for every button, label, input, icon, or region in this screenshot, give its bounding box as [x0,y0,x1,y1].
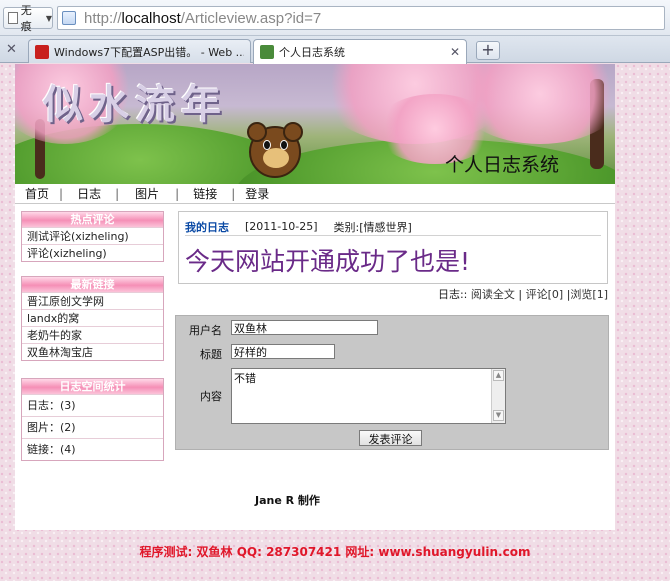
my-log-link[interactable]: 我的日志 [185,219,229,235]
article-stats: 日志:: 阅读全文 | 评论[0] |浏览[1] [437,288,608,301]
top-navigation: 首页 | 日志 | 图片 | 链接 | 登录 [15,184,615,204]
site-info-icon[interactable] [62,11,76,25]
system-title: 个人日志系统 [445,154,560,176]
article-meta: 我的日志 [2011-10-25] 类别:[情感世界] [185,218,601,236]
favicon-icon [35,44,49,59]
new-tab-button[interactable]: + [476,41,500,60]
article-category: 类别:[情感世界] [333,220,412,234]
scroll-down-icon[interactable]: ▼ [493,410,504,421]
space-stats-title: 日志空间统计 [22,379,163,394]
nav-logs[interactable]: 日志 [63,185,115,202]
read-full-link[interactable]: 阅读全文 [471,288,515,301]
tab-windows7-asp[interactable]: Windows7下配置ASP出错。 - Web ... [28,39,251,63]
site-banner: 似水流年 个人日志系统 [15,64,615,184]
hot-comments-box: 热点评论 测试评论(xizheling) 评论(xizheling) [21,211,164,262]
address-toolbar: 无痕 ▼ http://localhost/Articleview.asp?id… [0,0,670,36]
content-text: 不错 [234,372,256,385]
nav-pictures[interactable]: 图片 [119,185,175,202]
tab-label: Windows7下配置ASP出错。 - Web ... [54,45,244,59]
title-label: 标题 [200,348,222,361]
page-icon [8,12,18,24]
nav-login[interactable]: 登录 [235,185,279,202]
space-stats-box: 日志空间统计 日志：(3) 图片：(2) 链接：(4) [21,378,164,461]
comment-form: 用户名 标题 内容 不错 ▲ ▼ 发表评论 [175,315,609,450]
stat-links: 链接：(4) [22,438,163,460]
link-item[interactable]: 晋江原创文学网 [22,292,163,309]
url-text: http://localhost/Articleview.asp?id=7 [84,9,322,27]
favicon-icon [260,45,274,59]
latest-links-title: 最新链接 [22,277,163,292]
author-credit: Jane R 制作 [255,494,320,507]
latest-links-box: 最新链接 晋江原创文学网 landx的窝 老奶牛的家 双鱼林淘宝店 [21,276,164,361]
link-item[interactable]: landx的窝 [22,309,163,326]
content-label: 内容 [200,390,222,403]
private-mode-button[interactable]: 无痕 ▼ [3,4,53,33]
scroll-up-icon[interactable]: ▲ [493,370,504,381]
private-mode-label: 无痕 [20,4,32,33]
close-icon[interactable]: ✕ [450,45,460,59]
article-headline: 今天网站开通成功了也是! [185,247,471,276]
nav-home[interactable]: 首页 [15,185,59,202]
nav-links[interactable]: 链接 [179,185,231,202]
page-container: 似水流年 个人日志系统 首页 | 日志 | 图片 | 链接 | 登录 热点评论 … [15,64,615,530]
submit-comment-button[interactable]: 发表评论 [359,430,422,446]
chevron-down-icon: ▼ [45,13,52,23]
footer-text: 程序测试: 双鱼林 QQ: 287307421 网址: www.shuangyu… [139,545,531,559]
tab-strip: ✕ Windows7下配置ASP出错。 - Web ... 个人日志系统 ✕ + [0,36,670,64]
username-field[interactable] [231,320,378,335]
stat-pictures: 图片：(2) [22,416,163,438]
link-item[interactable]: 双鱼林淘宝店 [22,343,163,360]
tab-personal-log[interactable]: 个人日志系统 ✕ [253,39,467,64]
article-date: [2011-10-25] [245,220,318,233]
title-field[interactable] [231,344,335,359]
hot-comments-title: 热点评论 [22,212,163,227]
comments-link[interactable]: 评论[0] [526,288,564,301]
username-label: 用户名 [189,324,222,337]
bear-muzzle [263,148,289,168]
article-card: 我的日志 [2011-10-25] 类别:[情感世界] 今天网站开通成功了也是! [178,211,608,284]
hot-comment-item[interactable]: 评论(xizheling) [22,244,163,261]
site-logo: 似水流年 [43,81,227,128]
content-textarea[interactable]: 不错 ▲ ▼ [231,368,506,424]
bear-mascot [247,122,303,178]
stat-logs: 日志：(3) [22,394,163,416]
link-item[interactable]: 老奶牛的家 [22,326,163,343]
hot-comment-item[interactable]: 测试评论(xizheling) [22,227,163,244]
close-icon[interactable]: ✕ [6,42,17,57]
tab-label: 个人日志系统 [279,46,345,59]
url-input[interactable]: http://localhost/Articleview.asp?id=7 [57,6,665,30]
views-count: 浏览[1] [570,288,608,301]
textarea-scrollbar[interactable]: ▲ ▼ [491,369,505,423]
